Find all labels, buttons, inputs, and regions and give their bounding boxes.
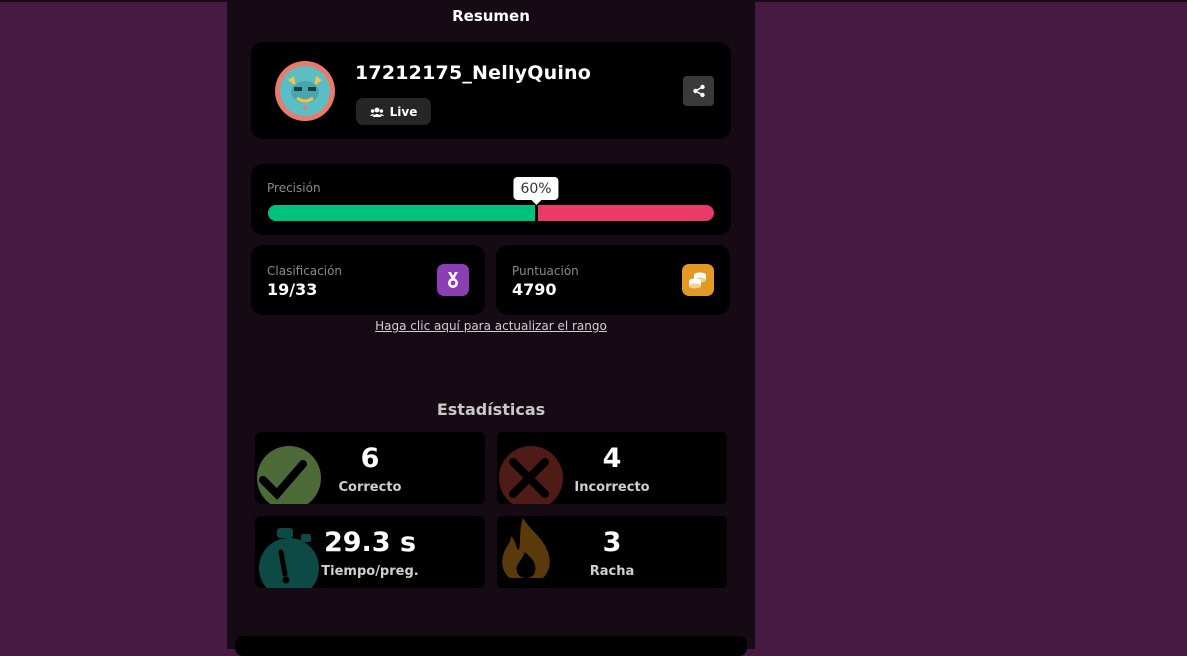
score-value: 4790	[512, 280, 557, 299]
correct-tile: 6 Correcto	[255, 432, 485, 504]
summary-title: Resumen	[452, 7, 530, 25]
precision-bar-divider	[535, 205, 538, 221]
ranking-card: Clasificación 19/33	[251, 245, 485, 315]
medal-icon	[437, 264, 469, 296]
coins-icon	[682, 264, 714, 296]
correct-count: 6	[360, 443, 380, 474]
player-card: 17212175_NellyQuino Live	[251, 42, 731, 139]
group-icon	[369, 107, 384, 117]
streak-tile: 3 Racha	[497, 516, 727, 588]
precision-card: Precisión 60%	[251, 164, 731, 235]
score-card: Puntuación 4790	[496, 245, 730, 315]
precision-label: Precisión	[267, 181, 321, 195]
precision-bar	[268, 205, 714, 221]
live-badge: Live	[356, 98, 431, 125]
monster-avatar-icon	[288, 76, 322, 109]
update-rank-link[interactable]: Haga clic aquí para actualizar el rango	[227, 319, 755, 333]
streak-value: 3	[602, 527, 622, 558]
stats-title: Estadísticas	[436, 400, 546, 419]
score-label: Puntuación	[512, 264, 579, 278]
ranking-value: 19/33	[267, 280, 318, 299]
incorrect-label: Incorrecto	[574, 480, 650, 495]
streak-label: Racha	[589, 564, 635, 579]
precision-bar-correct	[268, 205, 536, 221]
live-label: Live	[389, 104, 418, 119]
ranking-label: Clasificación	[267, 264, 343, 278]
next-section-card	[235, 636, 747, 656]
incorrect-tile: 4 Incorrecto	[497, 432, 727, 504]
summary-panel: Resumen 17212175_NellyQuino Live Precisi…	[227, 0, 755, 656]
incorrect-count: 4	[602, 443, 622, 474]
time-tile: 29.3 s Tiempo/preg.	[255, 516, 485, 588]
player-name: 17212175_NellyQuino	[355, 62, 592, 84]
time-label: Tiempo/preg.	[321, 564, 419, 579]
share-icon	[692, 84, 705, 98]
precision-tooltip: 60%	[513, 177, 559, 205]
avatar	[275, 61, 335, 121]
time-value: 29.3 s	[323, 527, 417, 558]
correct-label: Correcto	[338, 480, 402, 495]
share-button[interactable]	[683, 76, 714, 106]
